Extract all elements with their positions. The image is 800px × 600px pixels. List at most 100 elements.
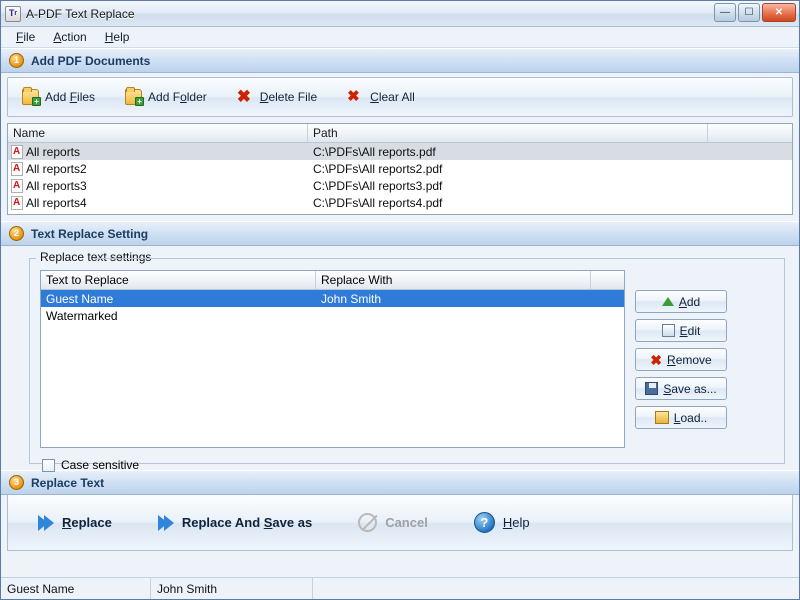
column-header-extra[interactable] bbox=[708, 124, 792, 142]
title-bar: Tr A-PDF Text Replace — ☐ ✕ bbox=[1, 1, 799, 27]
replace-rules-buttons: Add Edit ✖ Remove Save as... Load.. bbox=[635, 270, 727, 453]
replace-settings-group-label: Replace text settings bbox=[36, 250, 156, 264]
section-title-text-replace-setting: Text Replace Setting bbox=[31, 226, 149, 241]
pdf-file-icon bbox=[11, 195, 23, 210]
step-badge-1: 1 bbox=[9, 53, 24, 68]
edit-rule-label: Edit bbox=[679, 323, 701, 338]
status-cell-replace: John Smith bbox=[151, 578, 313, 599]
pdf-file-icon bbox=[11, 178, 23, 193]
file-list[interactable]: Name Path All reports C:\PDFs\All report… bbox=[7, 123, 793, 215]
file-path: C:\PDFs\All reports.pdf bbox=[313, 144, 436, 159]
add-rule-button[interactable]: Add bbox=[635, 290, 727, 313]
section-title-add-documents: Add PDF Documents bbox=[31, 53, 151, 68]
text-replace-panel: Replace text settings Text to Replace Re… bbox=[7, 246, 793, 472]
case-sensitive-row[interactable]: Case sensitive bbox=[42, 458, 625, 472]
menu-help[interactable]: Help bbox=[96, 28, 139, 47]
file-name: All reports2 bbox=[26, 161, 87, 176]
clear-all-button[interactable]: ✖ Clear All bbox=[343, 86, 419, 108]
minimize-button[interactable]: — bbox=[714, 3, 736, 22]
replace-button[interactable]: Replace bbox=[38, 514, 112, 531]
table-row[interactable]: All reports3 C:\PDFs\All reports3.pdf bbox=[8, 177, 792, 194]
table-row[interactable]: All reports C:\PDFs\All reports.pdf bbox=[8, 143, 792, 160]
replace-and-save-as-button[interactable]: Replace And Save as bbox=[157, 514, 313, 531]
add-files-label: Add Files bbox=[45, 90, 96, 104]
replace-label: Replace bbox=[62, 515, 112, 530]
table-row[interactable]: All reports2 C:\PDFs\All reports2.pdf bbox=[8, 160, 792, 177]
edit-rule-button[interactable]: Edit bbox=[635, 319, 727, 342]
add-rule-label: Add bbox=[678, 294, 701, 309]
edit-icon bbox=[661, 324, 675, 337]
file-list-header: Name Path bbox=[8, 124, 792, 143]
add-files-icon: + bbox=[22, 87, 41, 106]
double-arrow-icon bbox=[38, 514, 54, 531]
clear-all-label: Clear All bbox=[370, 90, 415, 104]
delete-file-button[interactable]: ✖ Delete File bbox=[233, 86, 321, 108]
delete-file-icon: ✖ bbox=[236, 87, 252, 106]
remove-rule-button[interactable]: ✖ Remove bbox=[635, 348, 727, 371]
remove-rule-label: Remove bbox=[667, 352, 712, 367]
file-toolbar: + Add Files + Add Folder ✖ Delete File ✖… bbox=[7, 77, 793, 117]
help-button[interactable]: ? Help bbox=[473, 512, 530, 533]
load-label: Load.. bbox=[673, 410, 708, 425]
save-disk-icon bbox=[645, 382, 659, 395]
load-button[interactable]: Load.. bbox=[635, 406, 727, 429]
column-header-text-to-replace[interactable]: Text to Replace bbox=[41, 271, 316, 289]
pdf-file-icon bbox=[11, 144, 23, 159]
table-row[interactable]: Watermarked bbox=[41, 307, 624, 324]
menu-bar: File Action Help bbox=[1, 27, 799, 48]
column-header-extra[interactable] bbox=[591, 271, 624, 289]
column-header-path[interactable]: Path bbox=[308, 124, 708, 142]
file-name: All reports4 bbox=[26, 195, 87, 210]
rule-find-text: Guest Name bbox=[46, 291, 114, 306]
file-name: All reports3 bbox=[26, 178, 87, 193]
column-header-name[interactable]: Name bbox=[8, 124, 308, 142]
case-sensitive-label: Case sensitive bbox=[61, 458, 140, 472]
arrow-up-icon bbox=[661, 297, 674, 306]
menu-action[interactable]: Action bbox=[44, 28, 95, 47]
document-text-icon: Tr bbox=[5, 5, 21, 22]
rule-replace-text: John Smith bbox=[321, 291, 382, 306]
table-row[interactable]: Guest Name John Smith bbox=[41, 290, 624, 307]
double-arrow-icon bbox=[157, 514, 174, 531]
replace-and-save-as-label: Replace And Save as bbox=[181, 515, 313, 530]
file-path: C:\PDFs\All reports4.pdf bbox=[313, 195, 443, 210]
help-circle-icon: ? bbox=[473, 512, 495, 533]
status-bar: Guest Name John Smith bbox=[1, 577, 799, 599]
action-bar: Replace Replace And Save as Cancel ? Hel… bbox=[7, 495, 793, 551]
section-add-documents: 1 Add PDF Documents bbox=[1, 48, 799, 73]
save-as-button[interactable]: Save as... bbox=[635, 377, 727, 400]
table-row[interactable]: All reports4 C:\PDFs\All reports4.pdf bbox=[8, 194, 792, 211]
replace-settings-group: Replace text settings Text to Replace Re… bbox=[29, 250, 785, 472]
app-window: Tr A-PDF Text Replace — ☐ ✕ File Action … bbox=[0, 0, 800, 600]
load-folder-icon bbox=[654, 411, 669, 424]
window-controls: — ☐ ✕ bbox=[714, 3, 796, 22]
add-folder-label: Add Folder bbox=[148, 90, 207, 104]
replace-rules-grid[interactable]: Text to Replace Replace With Guest Name … bbox=[40, 270, 625, 448]
cancel-label: Cancel bbox=[385, 515, 428, 530]
cancel-ban-icon bbox=[358, 513, 378, 532]
rule-find-text: Watermarked bbox=[46, 308, 118, 323]
replace-rules-header: Text to Replace Replace With bbox=[41, 271, 624, 290]
menu-file[interactable]: File bbox=[7, 28, 44, 47]
cancel-button: Cancel bbox=[358, 513, 428, 532]
file-list-rows: All reports C:\PDFs\All reports.pdf All … bbox=[8, 143, 792, 214]
column-header-replace-with[interactable]: Replace With bbox=[316, 271, 591, 289]
delete-file-label: Delete File bbox=[259, 90, 318, 104]
clear-all-icon: ✖ bbox=[347, 88, 360, 105]
step-badge-2: 2 bbox=[9, 226, 24, 241]
section-text-replace-setting: 2 Text Replace Setting bbox=[1, 221, 799, 246]
file-name: All reports bbox=[26, 144, 81, 159]
save-as-label: Save as... bbox=[663, 381, 717, 396]
pdf-file-icon bbox=[11, 161, 23, 176]
add-files-button[interactable]: + Add Files bbox=[18, 86, 99, 108]
maximize-button[interactable]: ☐ bbox=[738, 3, 760, 22]
file-path: C:\PDFs\All reports3.pdf bbox=[313, 178, 443, 193]
add-folder-icon: + bbox=[125, 87, 145, 106]
window-title: A-PDF Text Replace bbox=[26, 6, 135, 21]
section-title-replace-text: Replace Text bbox=[31, 475, 105, 490]
case-sensitive-checkbox[interactable] bbox=[42, 458, 55, 472]
add-folder-button[interactable]: + Add Folder bbox=[121, 86, 211, 108]
close-button[interactable]: ✕ bbox=[762, 3, 796, 22]
remove-x-icon: ✖ bbox=[650, 351, 663, 368]
step-badge-3: 3 bbox=[9, 475, 24, 490]
